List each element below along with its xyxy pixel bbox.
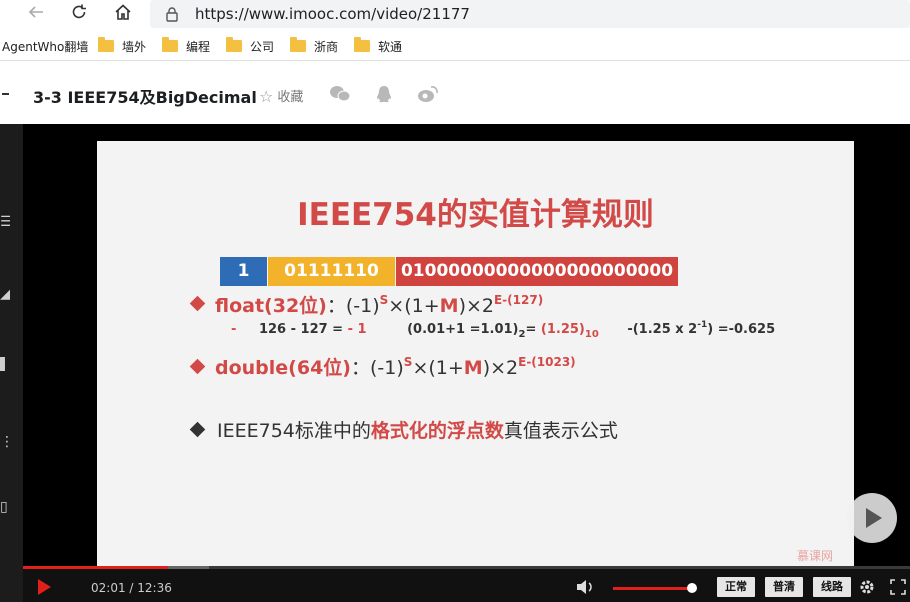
bookmark-item[interactable]: AgentWho翻墙 — [2, 38, 88, 55]
mantissa-bits: 01000000000000000000000 — [396, 257, 678, 286]
calc-line: - 126 - 127 = - 1 (0.01+1 =1.01)2= (1.25… — [231, 320, 776, 340]
back-dash-icon[interactable] — [2, 93, 9, 95]
note-line: IEEE754标准中的格式化的浮点数真值表示公式 — [217, 420, 618, 442]
note-icon[interactable]: ⋮ — [0, 434, 10, 448]
bullet-icon — [189, 295, 206, 312]
bookmark-folder[interactable]: 公司 — [226, 37, 274, 55]
address-bar[interactable]: https://www.imooc.com/video/21177 — [150, 0, 910, 28]
back-arrow-icon[interactable] — [24, 3, 48, 25]
volume-slider[interactable] — [613, 587, 693, 590]
play-icon[interactable] — [38, 579, 51, 595]
bookmark-folder[interactable]: 软通 — [354, 37, 402, 55]
home-icon[interactable] — [111, 3, 135, 25]
float-formula: float(32位)：(-1)S×(1+M)×2E-(127) — [215, 293, 544, 317]
course-header: 3-3 IEEE754及BigDecimal ☆ 收藏 — [0, 64, 910, 124]
qq-icon[interactable] — [373, 84, 395, 104]
lecture-slide: IEEE754的实值计算规则 1 01111110 01000000000000… — [97, 141, 854, 566]
double-formula: double(64位)：(-1)S×(1+M)×2E-(1023) — [215, 355, 576, 379]
big-play-button[interactable] — [847, 493, 897, 543]
page-title: 3-3 IEEE754及BigDecimal — [33, 88, 257, 107]
bookmark-folder[interactable]: 编程 — [162, 37, 210, 55]
weibo-icon[interactable] — [417, 84, 439, 104]
volume-icon[interactable] — [576, 579, 594, 595]
bullet-icon — [189, 358, 206, 375]
folder-icon — [226, 37, 242, 52]
folder-icon — [162, 37, 178, 52]
reload-icon[interactable] — [67, 3, 91, 25]
route-button[interactable]: 线路 — [813, 577, 851, 597]
time-display: 02:01 / 12:36 — [91, 581, 172, 595]
bookmark-folder[interactable]: 墙外 — [98, 37, 146, 55]
qa-icon[interactable]: ▌ — [0, 357, 10, 371]
gear-icon[interactable] — [859, 579, 875, 595]
browser-toolbar: https://www.imooc.com/video/21177 — [0, 0, 910, 30]
code-icon[interactable]: ▯ — [0, 499, 10, 513]
side-panel: ☰ ◢ ▌ ⋮ ▯ — [0, 124, 23, 602]
bookmark-folder[interactable]: 浙商 — [290, 37, 338, 55]
folder-icon — [290, 37, 306, 52]
favorite-button[interactable]: ☆ 收藏 — [259, 86, 303, 107]
bullet-icon — [189, 421, 206, 438]
folder-icon — [98, 37, 114, 52]
speed-button[interactable]: 正常 — [717, 577, 755, 597]
wechat-icon[interactable] — [329, 84, 351, 104]
star-icon: ☆ — [259, 89, 274, 106]
folder-icon — [354, 37, 370, 52]
fullscreen-icon[interactable] — [890, 579, 906, 595]
quality-button[interactable]: 普清 — [765, 577, 803, 597]
player-controls: 02:01 / 12:36 正常 普清 线路 — [23, 569, 910, 602]
notes-icon[interactable]: ◢ — [0, 286, 10, 300]
chapter-icon[interactable]: ☰ — [0, 214, 10, 228]
url-text: https://www.imooc.com/video/21177 — [195, 5, 470, 23]
lock-icon — [166, 7, 178, 22]
exponent-bits: 01111110 — [268, 257, 395, 286]
bookmarks-bar: AgentWho翻墙 墙外 编程 公司 浙商 软通 — [0, 31, 910, 61]
sign-bit: 1 — [220, 257, 267, 286]
volume-knob[interactable] — [687, 583, 697, 593]
slide-title: IEEE754的实值计算规则 — [297, 197, 654, 233]
imooc-logo: 慕课网 — [797, 549, 834, 563]
